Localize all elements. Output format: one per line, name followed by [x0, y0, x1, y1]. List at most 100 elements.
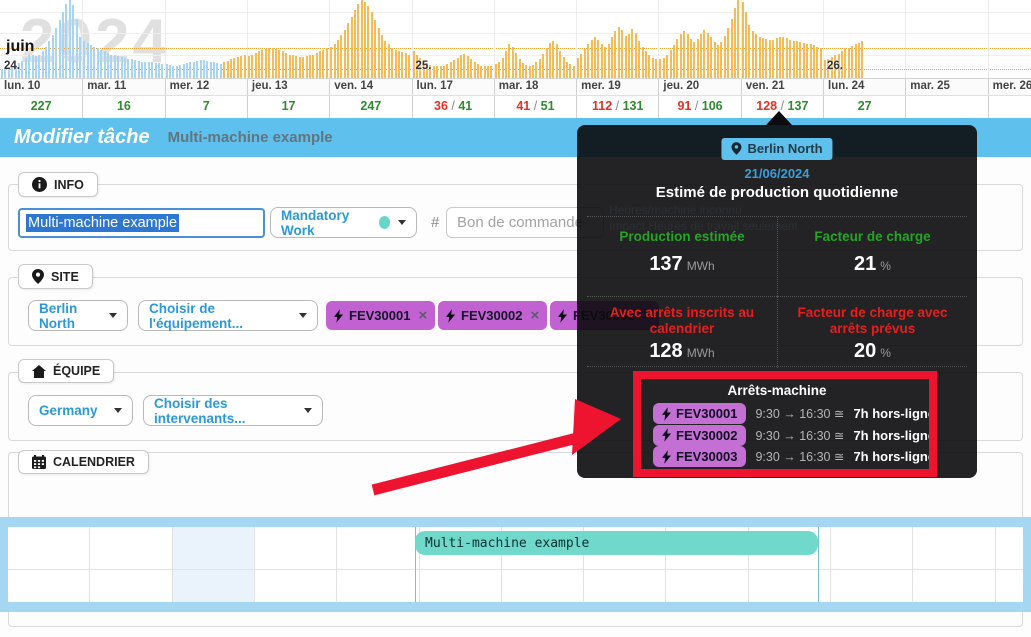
- mini-bar: [848, 48, 850, 78]
- chart-day-column[interactable]: [659, 0, 741, 78]
- mini-bar: [151, 62, 153, 78]
- day-value: 27: [823, 96, 905, 118]
- mini-bar: [519, 59, 521, 78]
- mini-bar: [563, 57, 565, 78]
- mini-bar: [371, 12, 373, 78]
- mini-bar: [539, 59, 541, 79]
- mini-bar: [107, 53, 109, 78]
- metric-value: 21: [854, 253, 876, 275]
- home-icon: [32, 365, 46, 378]
- mini-bar: [364, 2, 366, 78]
- day-value: 36 / 41: [412, 96, 494, 118]
- chart-day-column[interactable]: [166, 0, 248, 78]
- mini-bar: [782, 37, 784, 78]
- mini-bar: [731, 19, 733, 78]
- mini-bar: [748, 25, 750, 78]
- site-select[interactable]: Berlin North: [28, 300, 128, 331]
- mini-bar: [72, 5, 74, 78]
- mini-bar: [446, 64, 448, 78]
- chart-day-column[interactable]: [248, 0, 330, 78]
- mini-bar: [594, 37, 596, 78]
- chart-day-column[interactable]: [989, 0, 1031, 78]
- mini-bar: [405, 53, 407, 78]
- mini-bar: [450, 62, 452, 78]
- mini-bar: [265, 49, 267, 78]
- mini-bar: [261, 50, 263, 78]
- mini-bar: [388, 44, 390, 78]
- mini-bar: [38, 55, 40, 78]
- date-label: ven. 21: [741, 79, 823, 96]
- mini-bar: [42, 51, 44, 78]
- mini-bar: [655, 59, 657, 78]
- chart-day-column[interactable]: [577, 0, 659, 78]
- mini-bar: [666, 55, 668, 78]
- day-value: 112 / 131: [576, 96, 658, 118]
- people-select[interactable]: Choisir des intervenants...: [143, 395, 323, 426]
- mini-bar: [577, 58, 579, 78]
- chart-day-column[interactable]: [83, 0, 165, 78]
- chart-day-column[interactable]: [330, 0, 412, 78]
- mini-bar: [552, 41, 554, 78]
- mini-bar: [703, 30, 705, 78]
- tooltip-pointer: [766, 111, 792, 125]
- mini-bar: [604, 47, 606, 78]
- caret-down-icon: [109, 313, 117, 318]
- date-label: mar. 11: [82, 79, 164, 96]
- close-icon[interactable]: ×: [418, 307, 427, 324]
- mini-bar: [591, 40, 593, 78]
- date-label: jeu. 20: [658, 79, 740, 96]
- chart-day-column[interactable]: [495, 0, 577, 78]
- mini-bar: [635, 33, 637, 78]
- mini-bar: [573, 66, 575, 78]
- equipment-select[interactable]: Choisir de l'équipement...: [138, 300, 318, 331]
- gantt-grid: Multi-machine example: [8, 527, 1023, 602]
- task-bar-label: Multi-machine example: [425, 536, 589, 551]
- bolt-icon: [334, 309, 343, 323]
- mini-bar: [148, 62, 150, 78]
- chart-day-column[interactable]: [906, 0, 988, 78]
- mini-bar: [25, 58, 27, 78]
- team-value: Germany: [39, 403, 98, 418]
- task-name-input[interactable]: Multi-machine example: [18, 208, 265, 238]
- metric-value: 20: [854, 340, 876, 362]
- mini-bar: [786, 38, 788, 78]
- mini-bar: [810, 44, 812, 78]
- mini-bar: [347, 23, 349, 78]
- mini-bar: [326, 48, 328, 78]
- day-value: 247: [329, 96, 411, 118]
- mini-bar: [289, 55, 291, 78]
- selected-text: Multi-machine example: [26, 214, 179, 232]
- mini-bar: [642, 47, 644, 78]
- mini-bar: [124, 58, 126, 78]
- team-select[interactable]: Germany: [28, 395, 133, 426]
- mini-bar: [183, 64, 185, 78]
- equipment-tag[interactable]: FEV30002×: [438, 301, 547, 330]
- mini-bar: [566, 62, 568, 78]
- mini-bar: [663, 58, 665, 78]
- mini-bar: [559, 51, 561, 78]
- mini-bar: [443, 66, 445, 78]
- mini-bar: [381, 35, 383, 78]
- mini-bar: [206, 61, 208, 78]
- day-value: [905, 96, 987, 118]
- mini-bar: [408, 55, 410, 78]
- mini-bar: [628, 34, 630, 78]
- chart-day-column[interactable]: [742, 0, 824, 78]
- mini-bar: [28, 55, 30, 78]
- close-icon[interactable]: ×: [530, 307, 539, 324]
- mini-bar: [522, 63, 524, 78]
- gantt-row-divider: [8, 569, 1023, 570]
- mini-bar: [460, 55, 462, 78]
- mini-bar: [611, 37, 613, 78]
- mini-bar: [127, 59, 129, 79]
- gantt-gridline: [89, 527, 90, 602]
- metric-value: 128: [649, 340, 682, 362]
- metric-label: Avec arrêts inscrits au calendrier: [601, 305, 763, 336]
- mini-bar: [813, 45, 815, 78]
- mini-bar: [97, 48, 99, 78]
- mini-bar: [714, 42, 716, 78]
- work-type-select[interactable]: Mandatory Work: [270, 207, 417, 238]
- task-bar[interactable]: Multi-machine example: [415, 531, 818, 555]
- people-placeholder: Choisir des intervenants...: [154, 396, 296, 426]
- equipment-tag[interactable]: FEV30001×: [326, 301, 435, 330]
